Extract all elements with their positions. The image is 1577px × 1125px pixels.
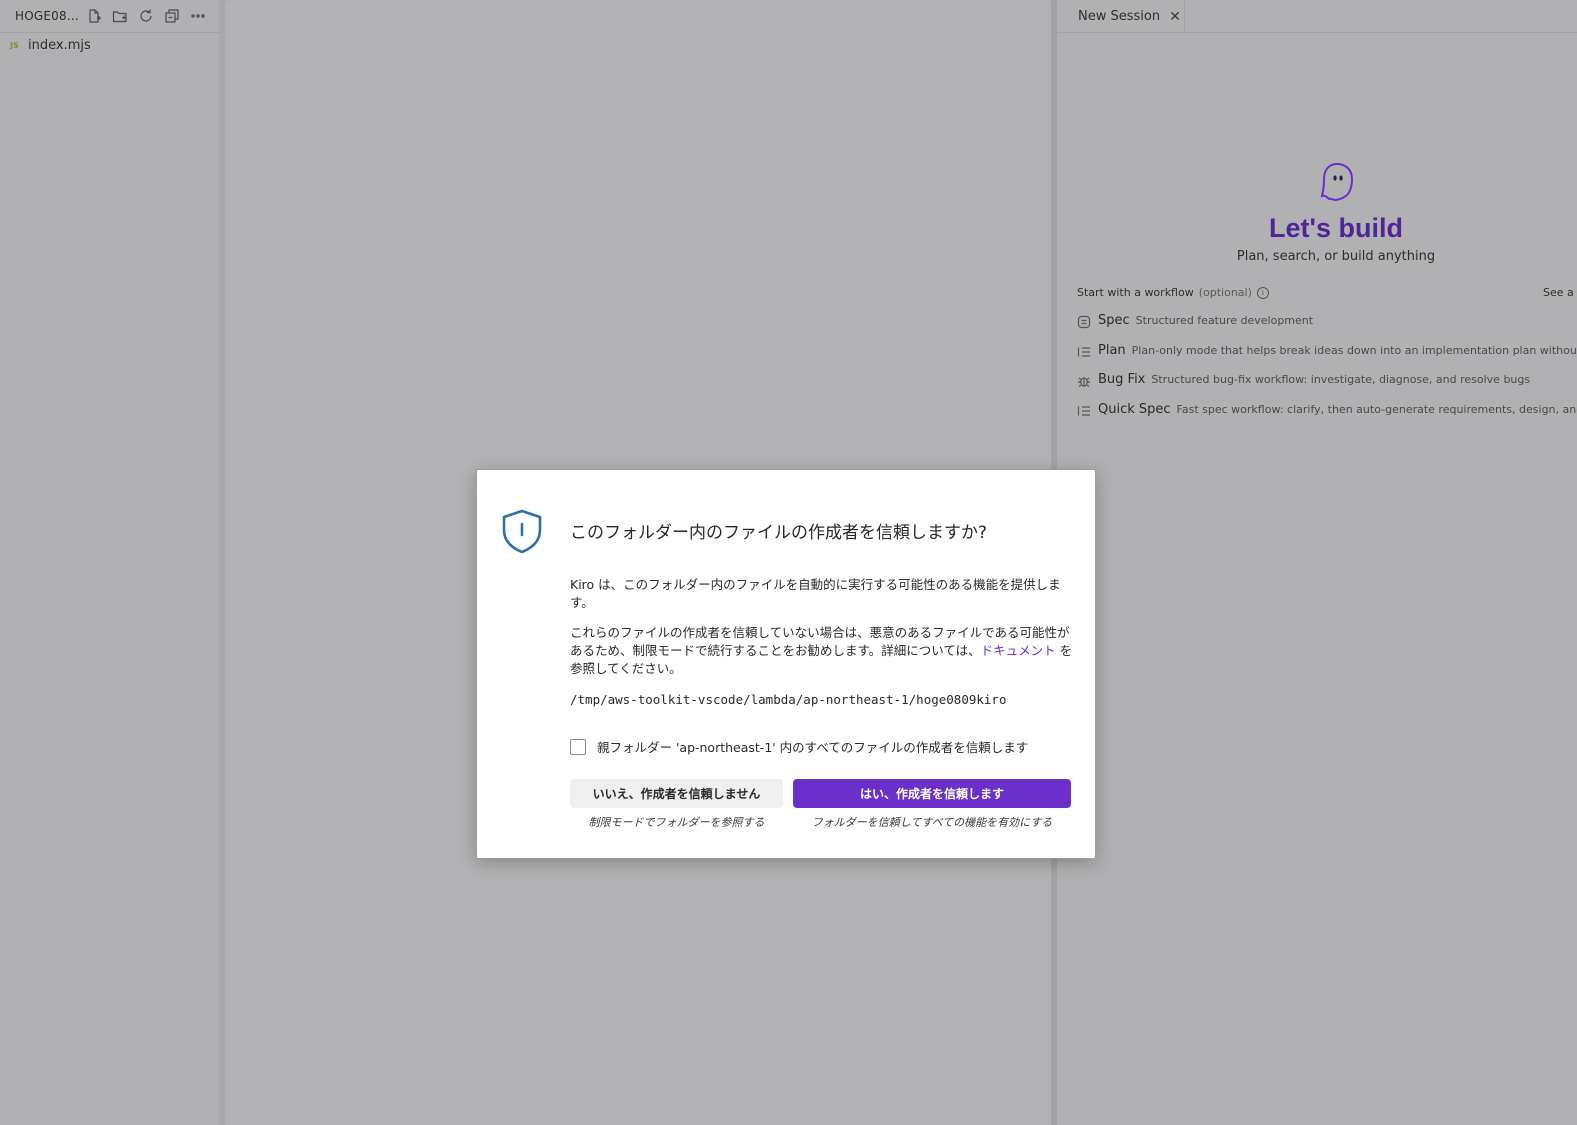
dont-trust-button[interactable]: いいえ、作成者を信頼しません <box>570 779 783 808</box>
explorer-title[interactable]: HOGE08... <box>15 9 79 23</box>
new-folder-icon[interactable] <box>110 6 130 26</box>
explorer-sidebar: HOGE08... JS index.mjs <box>0 0 219 1125</box>
spec-icon <box>1077 314 1091 328</box>
dont-trust-caption: 制限モードでフォルダーを参照する <box>588 816 765 829</box>
trust-dialog: このフォルダー内のファイルの作成者を信頼しますか? Kiro は、このフォルダー… <box>476 469 1096 859</box>
workflow-name: Spec <box>1098 313 1130 328</box>
trust-caption: フォルダーを信頼してすべての機能を有効にする <box>811 816 1053 829</box>
workflow-desc: Structured bug-fix workflow: investigate… <box>1151 373 1531 386</box>
workflow-name: Plan <box>1098 343 1126 358</box>
tab-new-session[interactable]: New Session ✕ <box>1057 0 1185 33</box>
welcome-subheading: Plan, search, or build anything <box>1236 249 1436 264</box>
dialog-message-1: Kiro は、このフォルダー内のファイルを自動的に実行する可能性のある機能を提供… <box>570 577 1061 610</box>
chat-panel: New Session ✕ Let's build Plan, search, … <box>1057 0 1577 1125</box>
list-icon <box>1077 344 1091 358</box>
bug-icon <box>1077 373 1091 387</box>
workflow-header: Start with a workflow (optional) i <box>1077 286 1269 299</box>
trust-parent-label[interactable]: 親フォルダー 'ap-northeast-1' 内のすべてのファイルの作成者を信… <box>597 737 1028 756</box>
js-file-icon: JS <box>10 40 19 50</box>
explorer-header: HOGE08... <box>0 0 219 33</box>
close-icon[interactable]: ✕ <box>1169 10 1181 24</box>
explorer-actions <box>84 6 208 26</box>
workflow-desc: Fast spec workflow: clarify, then auto-g… <box>1176 403 1577 416</box>
workflow-spec[interactable]: Spec Structured feature development <box>1077 313 1313 328</box>
trust-parent-checkbox[interactable] <box>570 738 586 755</box>
trust-button[interactable]: はい、作成者を信頼します <box>793 779 1071 808</box>
file-item-index-mjs[interactable]: JS index.mjs <box>0 35 219 55</box>
workflow-name: Bug Fix <box>1098 372 1146 387</box>
refresh-icon[interactable] <box>136 6 156 26</box>
workflow-desc: Plan-only mode that helps break ideas do… <box>1131 344 1577 357</box>
workflow-name: Quick Spec <box>1098 402 1171 417</box>
collapse-all-icon[interactable] <box>162 6 182 26</box>
tab-label: New Session <box>1078 9 1161 24</box>
list-icon <box>1077 403 1091 417</box>
welcome-heading: Let's build <box>1269 213 1403 243</box>
workflow-label: Start with a workflow <box>1077 286 1194 299</box>
shield-icon <box>502 509 542 554</box>
dialog-title: このフォルダー内のファイルの作成者を信頼しますか? <box>570 523 988 543</box>
see-all-link[interactable]: See a <box>1543 286 1574 299</box>
more-icon[interactable] <box>188 6 208 26</box>
file-name: index.mjs <box>28 37 91 53</box>
workflow-optional: (optional) <box>1198 286 1252 299</box>
workflow-bug-fix[interactable]: Bug Fix Structured bug-fix workflow: inv… <box>1077 372 1530 387</box>
workflow-plan[interactable]: Plan Plan-only mode that helps break ide… <box>1077 343 1577 358</box>
documentation-link[interactable]: ドキュメント <box>981 643 1056 658</box>
chat-tab-bar: New Session ✕ <box>1057 0 1577 33</box>
folder-path: /tmp/aws-toolkit-vscode/lambda/ap-northe… <box>570 692 1007 707</box>
ghost-logo-icon <box>1320 162 1354 202</box>
trust-parent-checkbox-row[interactable]: 親フォルダー 'ap-northeast-1' 内のすべてのファイルの作成者を信… <box>570 737 1028 756</box>
dialog-message-2: これらのファイルの作成者を信頼していない場合は、悪意のあるファイルである可能性が… <box>570 624 1074 678</box>
new-file-icon[interactable] <box>84 6 104 26</box>
workflow-desc: Structured feature development <box>1135 314 1314 327</box>
workflow-quick-spec[interactable]: Quick Spec Fast spec workflow: clarify, … <box>1077 402 1577 417</box>
info-icon[interactable]: i <box>1256 286 1269 299</box>
